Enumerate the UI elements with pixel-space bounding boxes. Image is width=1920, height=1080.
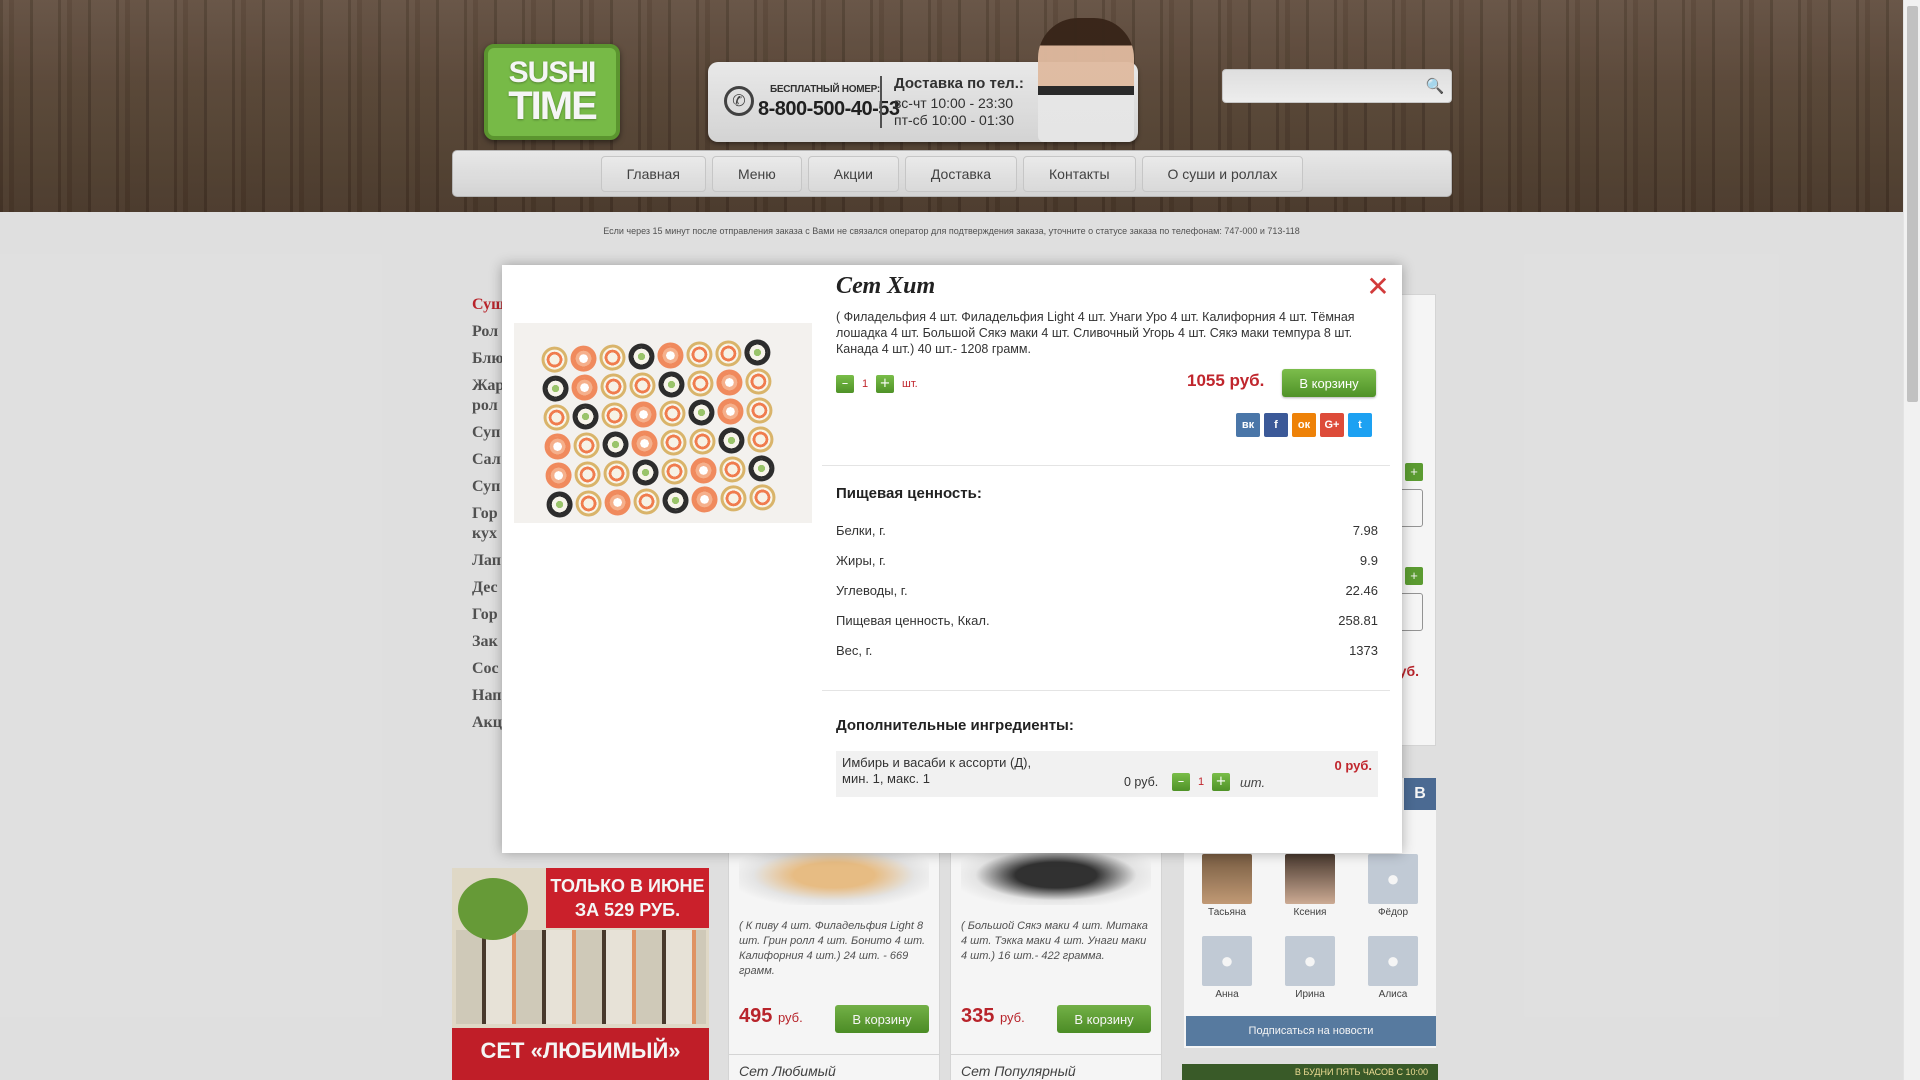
- divider: [822, 465, 1390, 466]
- product-description: ( Филадельфия 4 шт. Филадельфия Light 4 …: [836, 310, 1355, 356]
- sushi-roll: [685, 341, 713, 368]
- nutrition-value: 7.98: [1352, 522, 1378, 538]
- nutrition-row: Углеводы, г. 22.46: [836, 575, 1378, 605]
- sushi-roll: [543, 404, 571, 431]
- sushi-roll: [691, 485, 718, 513]
- product-photo: [514, 323, 812, 523]
- extra-ingredient-total: 0 руб.: [1334, 758, 1372, 773]
- page-scrollbar[interactable]: [1903, 0, 1920, 1080]
- sushi-roll: [604, 489, 632, 516]
- nutrition-row: Белки, г. 7.98: [836, 515, 1378, 545]
- nutrition-value: 1373: [1349, 642, 1378, 658]
- sushi-roll: [662, 487, 689, 514]
- extra-quantity-stepper: – 1 + шт.: [1172, 773, 1265, 791]
- sushi-roll: [542, 375, 569, 403]
- quantity-stepper: – 1 + шт.: [836, 375, 918, 393]
- scrollbar-thumb[interactable]: [1907, 6, 1918, 402]
- nutrition-row: Пищевая ценность, Ккал. 258.81: [836, 605, 1378, 635]
- quantity-value[interactable]: 1: [860, 378, 870, 390]
- sushi-roll: [688, 399, 715, 426]
- sushi-roll: [718, 427, 745, 454]
- nutrition-row: Жиры, г. 9.9: [836, 545, 1378, 575]
- nutrition-value: 22.46: [1345, 582, 1378, 598]
- sushi-roll: [630, 401, 657, 428]
- nutrition-label: Белки, г.: [836, 522, 886, 538]
- sushi-roll: [573, 432, 600, 459]
- sushi-roll: [570, 345, 597, 373]
- product-price: 1055 руб.: [1187, 371, 1265, 390]
- sushi-roll: [575, 490, 603, 517]
- nutrition-label: Углеводы, г.: [836, 582, 908, 598]
- extra-quantity-increase-button[interactable]: +: [1212, 773, 1230, 791]
- sushi-roll: [687, 370, 714, 397]
- sushi-roll: [631, 430, 658, 457]
- divider: [822, 690, 1390, 691]
- sushi-roll: [657, 342, 684, 369]
- extra-ingredient-row: Имбирь и васаби к ассорти (Д), мин. 1, м…: [836, 751, 1378, 797]
- sushi-roll: [574, 461, 602, 488]
- twitter-icon[interactable]: t: [1348, 413, 1372, 437]
- nutrition-row: Вес, г. 1373: [836, 635, 1378, 665]
- nutrition-table: Белки, г. 7.98 Жиры, г. 9.9 Углеводы, г.…: [836, 515, 1378, 665]
- nutrition-value: 258.81: [1338, 612, 1378, 628]
- sushi-roll: [545, 462, 573, 489]
- quantity-increase-button[interactable]: +: [876, 375, 894, 393]
- rolls-grid: [541, 339, 776, 518]
- sushi-roll: [748, 454, 775, 482]
- quantity-decrease-button[interactable]: –: [836, 375, 854, 393]
- sushi-roll: [690, 457, 717, 484]
- product-title: Сет Хит: [836, 273, 936, 299]
- extra-quantity-unit: шт.: [1240, 774, 1266, 790]
- nutrition-title: Пищевая ценность:: [836, 485, 982, 502]
- share-buttons: вк f ок G+ t: [1236, 413, 1372, 437]
- sushi-roll: [658, 371, 685, 398]
- nutrition-label: Вес, г.: [836, 642, 873, 658]
- sushi-roll: [632, 459, 659, 486]
- product-modal: ✕ Сет Хит ( Филадельфия 4 шт. Филадельфи…: [502, 265, 1402, 853]
- nutrition-value: 9.9: [1359, 552, 1378, 568]
- extra-ingredient-unit-price: 0 руб.: [1124, 775, 1159, 789]
- facebook-icon[interactable]: f: [1264, 413, 1288, 437]
- sushi-roll: [629, 372, 656, 399]
- sushi-roll: [572, 403, 599, 430]
- sushi-roll: [689, 428, 716, 455]
- nutrition-label: Пищевая ценность, Ккал.: [836, 612, 990, 628]
- sushi-roll: [633, 488, 660, 515]
- sushi-roll: [715, 369, 743, 396]
- sushi-roll: [541, 346, 568, 374]
- quantity-unit: шт.: [902, 378, 918, 390]
- sushi-roll: [660, 429, 687, 456]
- close-icon[interactable]: ✕: [1366, 273, 1390, 301]
- extra-ingredient-name: Имбирь и васаби к ассорти (Д), мин. 1, м…: [842, 755, 1032, 786]
- sushi-roll: [544, 433, 572, 460]
- sushi-roll: [599, 344, 626, 372]
- nutrition-label: Жиры, г.: [836, 552, 886, 568]
- sushi-roll: [571, 374, 598, 402]
- sushi-roll: [743, 339, 771, 366]
- sushi-roll: [719, 455, 746, 483]
- sushi-roll: [546, 491, 574, 518]
- sushi-roll: [659, 400, 686, 427]
- extras-title: Дополнительные ингредиенты:: [836, 717, 1074, 734]
- odnoklassniki-icon[interactable]: ок: [1292, 413, 1316, 437]
- sushi-roll: [746, 426, 774, 453]
- extra-quantity-value[interactable]: 1: [1196, 776, 1206, 788]
- sushi-roll: [600, 373, 627, 400]
- sushi-roll: [749, 483, 776, 511]
- vk-icon[interactable]: вк: [1236, 413, 1260, 437]
- sushi-roll: [601, 402, 628, 429]
- sushi-roll: [714, 340, 742, 367]
- sushi-roll: [628, 343, 655, 370]
- google-plus-icon[interactable]: G+: [1320, 413, 1344, 437]
- add-to-cart-button[interactable]: В корзину: [1282, 369, 1376, 397]
- sushi-roll: [717, 398, 744, 425]
- sushi-roll: [602, 431, 629, 458]
- sushi-roll: [744, 368, 772, 395]
- sushi-roll: [720, 484, 747, 512]
- sushi-roll: [661, 458, 688, 485]
- sushi-roll: [745, 397, 773, 424]
- sushi-roll: [603, 460, 630, 487]
- extra-quantity-decrease-button[interactable]: –: [1172, 773, 1190, 791]
